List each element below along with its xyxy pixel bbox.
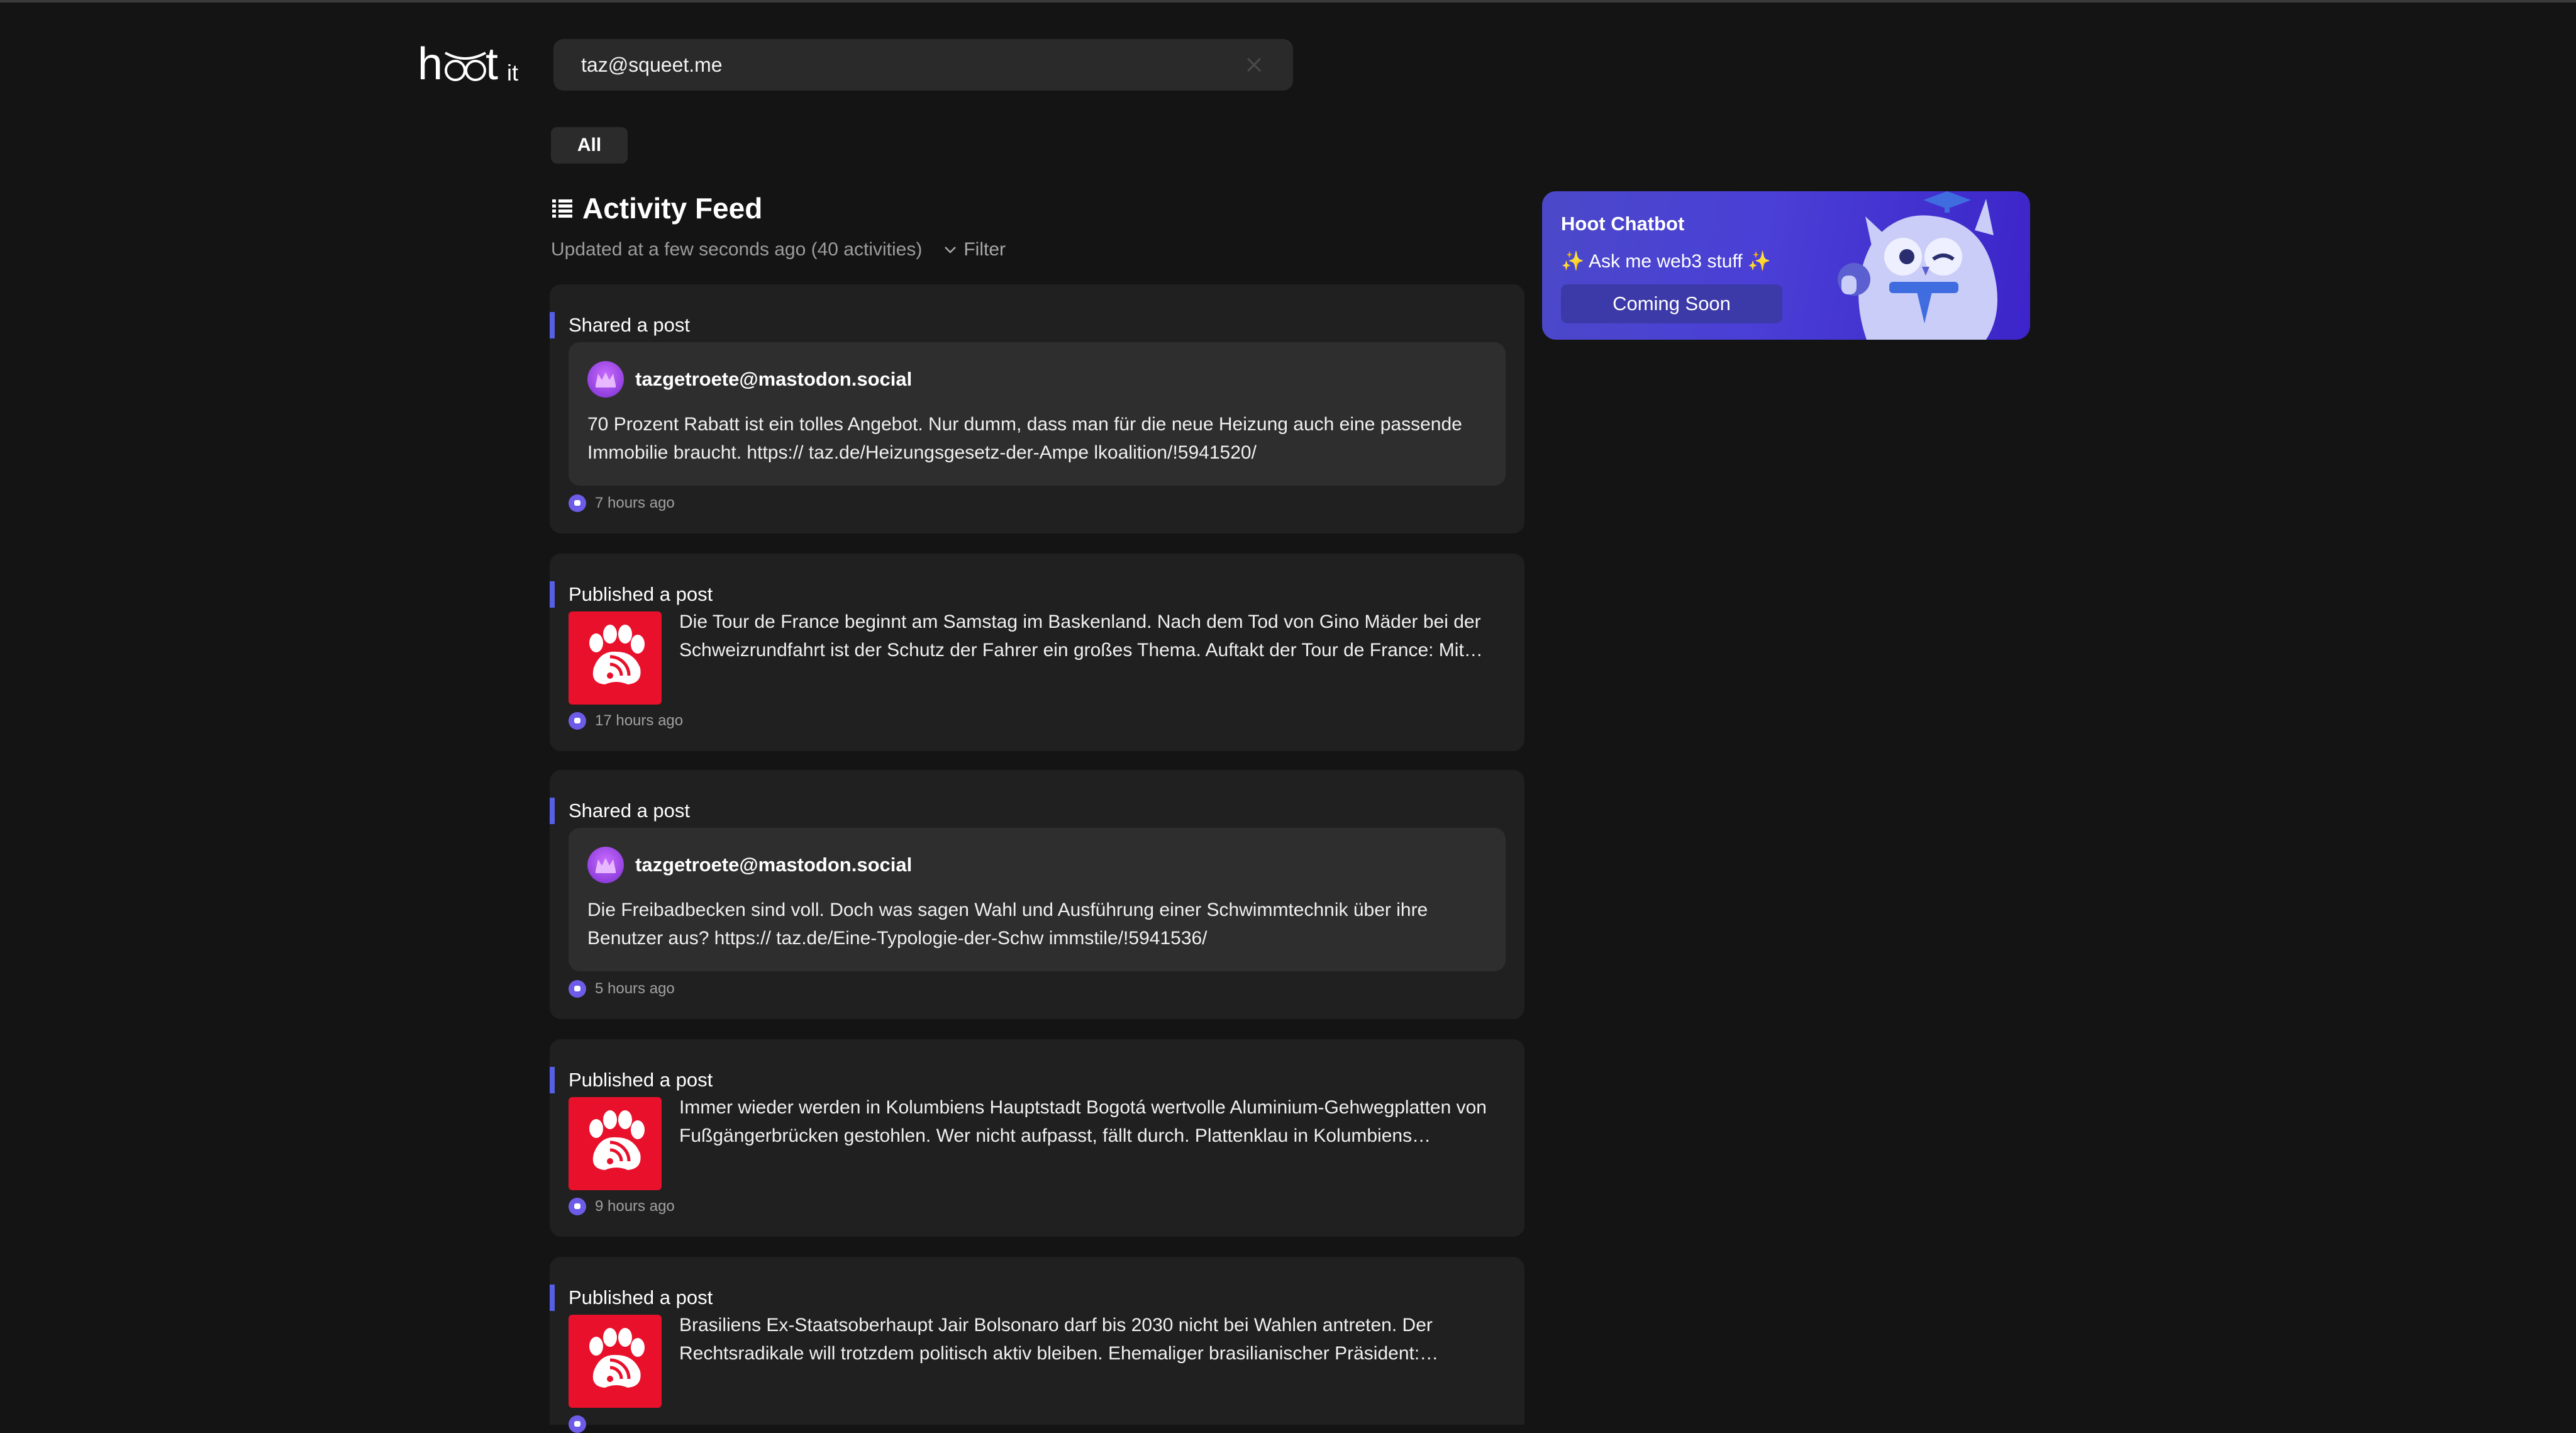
list-icon xyxy=(552,199,572,218)
avatar[interactable] xyxy=(587,847,624,883)
svg-text:h: h xyxy=(418,39,441,89)
post-text: Immer wieder werden in Kolumbiens Haupts… xyxy=(679,1097,1487,1146)
author-handle[interactable]: tazgetroete@mastodon.social xyxy=(635,368,912,391)
post-meta xyxy=(569,1415,595,1433)
timestamp: 9 hours ago xyxy=(595,1198,675,1215)
shared-post[interactable]: tazgetroete@mastodon.social Die Freibadb… xyxy=(569,828,1506,971)
filter-button[interactable]: Filter xyxy=(943,239,1006,260)
coming-soon-button[interactable]: Coming Soon xyxy=(1561,284,1782,323)
owl-mascot-icon xyxy=(1838,191,1997,340)
mastodon-icon xyxy=(569,712,586,730)
taz-paw-rss-icon[interactable] xyxy=(569,611,662,705)
hootit-logo[interactable]: h t it xyxy=(418,39,531,89)
activity-type: Shared a post xyxy=(550,312,690,338)
activity-card[interactable]: Published a post Brasiliens Ex-Staatsobe… xyxy=(550,1257,1524,1433)
post-text: 70 Prozent Rabatt ist ein tolles Angebot… xyxy=(587,414,1462,463)
timestamp: 7 hours ago xyxy=(595,494,675,511)
filter-label: Filter xyxy=(963,239,1006,260)
search-input[interactable] xyxy=(581,53,1243,77)
post-meta: 17 hours ago xyxy=(569,712,683,730)
chatbot-subtitle: ✨ Ask me web3 stuff ✨ xyxy=(1561,251,1772,272)
activity-card[interactable]: Published a post Immer wieder werden in … xyxy=(550,1039,1524,1237)
svg-text:t: t xyxy=(486,39,498,89)
mastodon-icon xyxy=(569,1415,586,1433)
timestamp: 17 hours ago xyxy=(595,712,684,729)
mastodon-icon xyxy=(569,494,586,512)
feed-status: Updated at a few seconds ago (40 activit… xyxy=(551,239,1006,260)
post-meta: 7 hours ago xyxy=(569,494,675,512)
activity-card[interactable]: Shared a post tazgetroete@mastodon.socia… xyxy=(550,770,1524,1019)
shared-post[interactable]: tazgetroete@mastodon.social 70 Prozent R… xyxy=(569,342,1506,486)
window-top-border xyxy=(0,0,2576,3)
mastodon-icon xyxy=(569,980,586,998)
post-text: Die Freibadbecken sind voll. Doch was sa… xyxy=(587,900,1428,949)
activity-type: Published a post xyxy=(550,1285,713,1311)
feed-title-text: Activity Feed xyxy=(582,192,763,225)
activity-type: Published a post xyxy=(550,581,713,608)
activity-card[interactable]: Shared a post tazgetroete@mastodon.socia… xyxy=(550,284,1524,533)
mastodon-icon xyxy=(569,1198,586,1215)
author-handle[interactable]: tazgetroete@mastodon.social xyxy=(635,854,912,876)
post-meta: 5 hours ago xyxy=(569,980,675,998)
feed-title: Activity Feed xyxy=(551,191,762,225)
post-text: Brasiliens Ex-Staatsoberhaupt Jair Bolso… xyxy=(679,1315,1439,1364)
post-meta: 9 hours ago xyxy=(569,1198,675,1215)
chatbot-card[interactable]: Hoot Chatbot ✨ Ask me web3 stuff ✨ Comin… xyxy=(1542,191,2030,340)
updated-text: Updated at a few seconds ago (40 activit… xyxy=(551,239,923,260)
avatar[interactable] xyxy=(587,361,624,398)
taz-paw-rss-icon[interactable] xyxy=(569,1097,662,1190)
search-bar[interactable] xyxy=(553,39,1293,91)
taz-paw-rss-icon[interactable] xyxy=(569,1315,662,1408)
timestamp: 5 hours ago xyxy=(595,980,675,997)
activity-card[interactable]: Published a post Die Tour de France begi… xyxy=(550,554,1524,751)
activity-type: Shared a post xyxy=(550,798,690,824)
activity-type: Published a post xyxy=(550,1067,713,1093)
close-icon[interactable] xyxy=(1243,53,1265,76)
post-text: Die Tour de France beginnt am Samstag im… xyxy=(679,611,1483,661)
chevron-down-icon xyxy=(945,247,957,254)
filter-chip-all[interactable]: All xyxy=(551,127,628,164)
svg-text:it: it xyxy=(507,60,518,86)
chatbot-title: Hoot Chatbot xyxy=(1561,213,1685,235)
